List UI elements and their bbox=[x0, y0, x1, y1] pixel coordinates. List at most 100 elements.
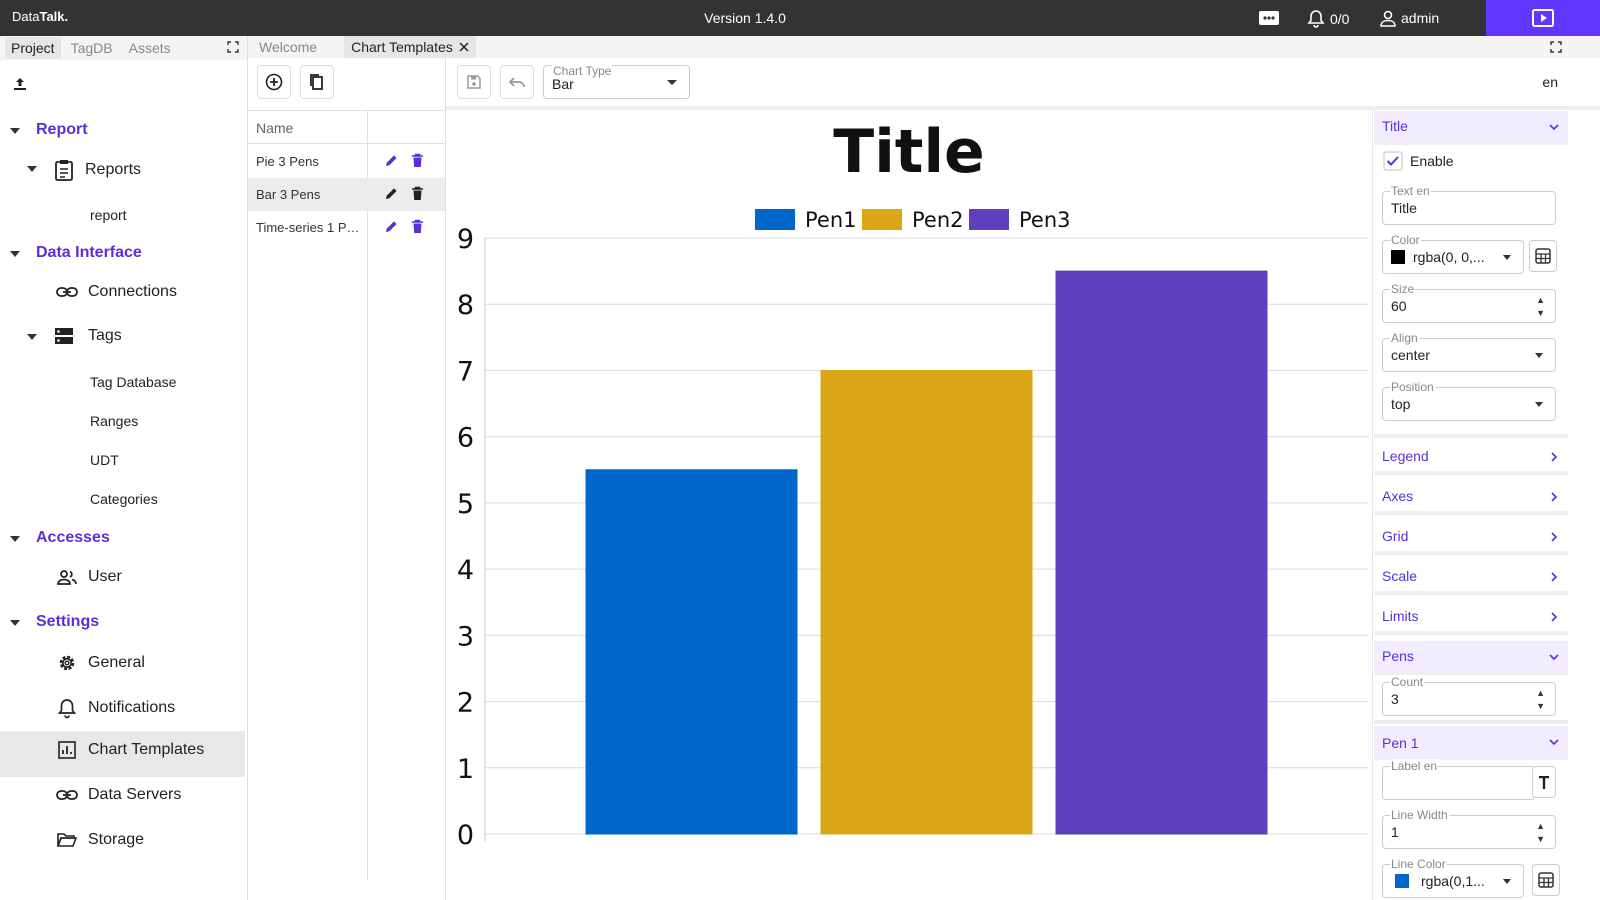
y-tick-label: 7 bbox=[457, 356, 474, 387]
section-grid-label: Grid bbox=[1382, 528, 1409, 544]
chevron-right-icon bbox=[1551, 532, 1558, 542]
count-value: 3 bbox=[1391, 691, 1399, 707]
section-limits-header[interactable]: Limits bbox=[1374, 601, 1568, 635]
stepper-icon[interactable]: ▲ ▼ bbox=[1536, 820, 1545, 846]
template-name: Bar 3 Pens bbox=[256, 187, 321, 202]
present-button[interactable] bbox=[1486, 0, 1600, 36]
tree-item-tag-database[interactable]: Tag Database bbox=[90, 374, 176, 390]
copy-template-button[interactable] bbox=[300, 65, 334, 99]
fullscreen-icon[interactable] bbox=[1550, 41, 1562, 53]
tree-item-ranges[interactable]: Ranges bbox=[90, 413, 138, 429]
tab-chart-templates[interactable]: Chart Templates bbox=[344, 36, 476, 58]
section-settings[interactable]: Settings bbox=[10, 613, 99, 631]
save-button[interactable] bbox=[457, 65, 491, 99]
pen1-label: Pen 1 bbox=[1382, 735, 1419, 751]
size-value: 60 bbox=[1391, 298, 1407, 314]
tree-item-general[interactable]: General bbox=[56, 652, 145, 674]
section-accesses[interactable]: Accesses bbox=[10, 529, 110, 547]
delete-icon[interactable] bbox=[411, 219, 424, 234]
stepper-icon[interactable]: ▲ ▼ bbox=[1536, 687, 1545, 713]
enable-label: Enable bbox=[1410, 153, 1454, 169]
pen1-line-color-select[interactable]: Line Color rgba(0,1... bbox=[1382, 857, 1524, 898]
user-menu[interactable]: admin bbox=[1379, 9, 1439, 27]
tab-welcome[interactable]: Welcome bbox=[252, 36, 324, 58]
tree-item-connections-label: Connections bbox=[88, 283, 177, 300]
tree-item-user-label: User bbox=[88, 568, 122, 585]
add-circle-icon bbox=[265, 73, 283, 91]
close-icon[interactable] bbox=[459, 42, 469, 52]
bar-chart: Title 0 1 2 3 4 5 6 7 8 9 Pen1 Pen2 Pen3 bbox=[457, 117, 1368, 851]
tree-item-connections[interactable]: Connections bbox=[56, 283, 177, 301]
tree-item-user[interactable]: User bbox=[56, 568, 122, 586]
section-report[interactable]: Report bbox=[10, 121, 88, 139]
color-picker-button[interactable] bbox=[1529, 240, 1557, 272]
tab-project[interactable]: Project bbox=[5, 37, 61, 59]
tree-item-tags[interactable]: Tags bbox=[27, 327, 122, 345]
upload-icon[interactable] bbox=[12, 76, 28, 92]
y-tick-label: 4 bbox=[457, 555, 474, 586]
legend-swatch bbox=[755, 209, 795, 230]
chat-icon[interactable] bbox=[1258, 9, 1280, 27]
tree-item-report[interactable]: report bbox=[90, 207, 127, 223]
tree-item-storage[interactable]: Storage bbox=[57, 831, 144, 849]
tree-item-chart-templates[interactable]: Chart Templates bbox=[58, 741, 204, 759]
delete-icon[interactable] bbox=[411, 153, 424, 168]
title-position-select[interactable]: Position top bbox=[1382, 380, 1556, 421]
fullscreen-icon[interactable] bbox=[227, 41, 239, 53]
tree-item-general-label: General bbox=[88, 654, 145, 671]
text-format-button[interactable] bbox=[1532, 766, 1556, 798]
edit-icon[interactable] bbox=[384, 186, 399, 201]
delete-icon[interactable] bbox=[411, 186, 424, 201]
project-tabs: Project TagDB Assets bbox=[0, 36, 247, 60]
dropdown-arrow-icon bbox=[1535, 402, 1543, 407]
tree-item-categories[interactable]: Categories bbox=[90, 491, 158, 507]
alarms-indicator[interactable]: 0/0 bbox=[1306, 9, 1349, 29]
section-axes-header[interactable]: Axes bbox=[1374, 481, 1568, 515]
tree-item-data-servers[interactable]: Data Servers bbox=[56, 786, 181, 804]
y-tick-label: 5 bbox=[457, 489, 474, 520]
size-label: Size bbox=[1390, 282, 1416, 296]
pen1-label-field[interactable]: Label en bbox=[1382, 759, 1535, 800]
pen1-header[interactable]: Pen 1 bbox=[1374, 726, 1568, 760]
bar-pen2 bbox=[820, 369, 1033, 835]
enable-checkbox[interactable]: Enable bbox=[1383, 151, 1454, 171]
gear-icon bbox=[59, 655, 75, 671]
stepper-icon[interactable]: ▲ ▼ bbox=[1536, 294, 1545, 320]
tree-item-notifications[interactable]: Notifications bbox=[56, 697, 175, 719]
edit-icon[interactable] bbox=[384, 153, 399, 168]
chart-type-select[interactable]: Chart Type Bar bbox=[543, 64, 690, 99]
template-row[interactable]: Bar 3 Pens bbox=[248, 178, 445, 211]
section-divider bbox=[1374, 720, 1568, 724]
language-selector[interactable]: en bbox=[1542, 74, 1558, 90]
title-text-field[interactable]: Text en Title bbox=[1382, 184, 1556, 225]
template-row[interactable]: Time-series 1 Pen bbox=[248, 211, 445, 244]
template-row[interactable]: Pie 3 Pens bbox=[248, 145, 445, 178]
legend-swatch bbox=[969, 209, 1009, 230]
undo-button[interactable] bbox=[500, 65, 534, 99]
section-scale-header[interactable]: Scale bbox=[1374, 561, 1568, 595]
title-color-select[interactable]: Color rgba(0, 0,... bbox=[1382, 233, 1524, 274]
color-picker-button[interactable] bbox=[1532, 864, 1560, 896]
bell-icon bbox=[57, 699, 77, 719]
pens-count-field[interactable]: Count 3 ▲ ▼ bbox=[1382, 675, 1556, 716]
dropdown-arrow-icon bbox=[667, 80, 677, 85]
chart-icon bbox=[58, 741, 76, 759]
section-data-interface[interactable]: Data Interface bbox=[10, 244, 142, 262]
tab-assets[interactable]: Assets bbox=[123, 37, 177, 59]
tree-item-udt[interactable]: UDT bbox=[90, 452, 119, 468]
caret-down-icon bbox=[10, 620, 20, 626]
section-grid-header[interactable]: Grid bbox=[1374, 521, 1568, 555]
title-size-field[interactable]: Size 60 ▲ ▼ bbox=[1382, 282, 1556, 323]
title-align-select[interactable]: Align center bbox=[1382, 331, 1556, 372]
add-template-button[interactable] bbox=[257, 65, 291, 99]
section-title-header[interactable]: Title bbox=[1374, 111, 1568, 145]
copy-icon bbox=[310, 74, 323, 90]
edit-icon[interactable] bbox=[384, 219, 399, 234]
pen1-line-width-field[interactable]: Line Width 1 ▲ ▼ bbox=[1382, 808, 1556, 849]
section-pens-header[interactable]: Pens bbox=[1374, 641, 1568, 675]
tab-tagdb[interactable]: TagDB bbox=[65, 37, 119, 59]
y-tick-label: 0 bbox=[457, 820, 474, 851]
tree-item-reports[interactable]: Reports bbox=[27, 159, 141, 181]
section-legend-header[interactable]: Legend bbox=[1374, 441, 1568, 475]
caret-down-icon bbox=[27, 334, 37, 340]
